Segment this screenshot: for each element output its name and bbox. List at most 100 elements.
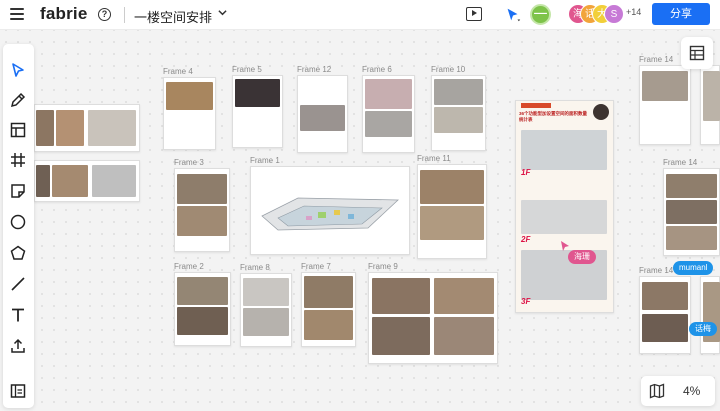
frame-1[interactable]: Frame 1 bbox=[250, 156, 410, 255]
pen-icon[interactable] bbox=[8, 90, 28, 110]
floor-label: 2F bbox=[521, 235, 531, 244]
floor-plan-image bbox=[521, 130, 607, 170]
line-icon[interactable] bbox=[8, 274, 28, 294]
photo bbox=[642, 282, 688, 310]
frame-4[interactable]: Frame 4 bbox=[163, 67, 216, 150]
share-button[interactable]: 分享 bbox=[652, 3, 710, 25]
photo bbox=[365, 79, 412, 109]
frame-label: Frame 14 bbox=[639, 266, 674, 275]
layout-icon[interactable] bbox=[8, 120, 28, 140]
present-icon[interactable] bbox=[466, 7, 482, 21]
photo bbox=[166, 82, 213, 110]
frame-label: Frame 6 bbox=[362, 65, 392, 74]
frame-label: Frame 14 bbox=[663, 158, 698, 167]
photo bbox=[642, 71, 688, 101]
divider bbox=[124, 7, 125, 23]
polygon-icon[interactable] bbox=[8, 243, 28, 263]
photo bbox=[703, 71, 720, 121]
frame-5[interactable]: Frame 5 bbox=[232, 65, 283, 148]
table-panel-button[interactable] bbox=[681, 37, 713, 69]
table-icon bbox=[689, 45, 705, 61]
photo bbox=[88, 110, 136, 146]
upload-icon[interactable] bbox=[8, 336, 28, 356]
photo bbox=[434, 278, 494, 314]
photo bbox=[666, 174, 717, 198]
frame-label: Frame 4 bbox=[163, 67, 193, 76]
floor-plan-image bbox=[521, 200, 607, 234]
photo bbox=[36, 110, 54, 146]
circle-icon[interactable] bbox=[8, 212, 28, 232]
left-toolbar bbox=[3, 44, 34, 408]
photo bbox=[177, 277, 228, 305]
document-title[interactable]: 一楼空间安排 bbox=[134, 7, 212, 26]
floor-plan-poster[interactable]: 36个功能型加设置空间的面积数量统计表 1F 2F 3F bbox=[515, 100, 614, 313]
frame-3[interactable]: Frame 3 bbox=[174, 158, 230, 252]
frame-10[interactable]: Frame 10 bbox=[431, 65, 486, 151]
frame-label: Frame 3 bbox=[174, 158, 204, 167]
photo bbox=[235, 79, 280, 107]
frame-14[interactable]: Frame 14 bbox=[663, 158, 720, 256]
top-bar: fabrie ? 一楼空间安排 一 海 话 大 S +14 分享 bbox=[0, 0, 720, 30]
chevron-down-icon[interactable] bbox=[218, 8, 227, 17]
text-icon[interactable] bbox=[8, 305, 28, 325]
menu-icon[interactable] bbox=[10, 8, 24, 20]
select-icon[interactable] bbox=[8, 60, 28, 80]
photo bbox=[642, 314, 688, 342]
photo bbox=[177, 307, 228, 335]
frame-11[interactable]: Frame 11 bbox=[417, 154, 487, 259]
frame-14[interactable]: Frame 14 bbox=[639, 55, 691, 145]
frame-icon[interactable] bbox=[8, 150, 28, 170]
frame-label: Frame 5 bbox=[232, 65, 262, 74]
frame-6[interactable]: Frame 6 bbox=[362, 65, 415, 153]
photo bbox=[434, 107, 483, 133]
photo bbox=[52, 165, 88, 197]
more-collaborators-count[interactable]: +14 bbox=[626, 7, 641, 17]
photo bbox=[243, 278, 289, 306]
sticky-note-icon[interactable] bbox=[8, 181, 28, 201]
floor-label: 3F bbox=[521, 297, 531, 306]
photo bbox=[434, 79, 483, 105]
zoom-level[interactable]: 4% bbox=[683, 384, 700, 398]
photo bbox=[666, 200, 717, 224]
floor-label: 1F bbox=[521, 168, 531, 177]
poster-header-bar bbox=[521, 103, 551, 108]
frame-8[interactable]: Frame 8 bbox=[240, 263, 292, 347]
canvas-frame[interactable] bbox=[34, 160, 140, 202]
frame-7[interactable]: Frame 7 bbox=[301, 262, 356, 347]
collaborator-cursor bbox=[561, 241, 569, 251]
photo bbox=[92, 165, 136, 197]
photo bbox=[420, 206, 484, 240]
canvas-frame[interactable] bbox=[34, 104, 140, 152]
canvas-frame[interactable] bbox=[700, 276, 720, 354]
photo bbox=[372, 278, 430, 314]
frame-label: Frame 10 bbox=[431, 65, 466, 74]
photo bbox=[420, 170, 484, 204]
frame-9[interactable]: Frame 9 bbox=[368, 262, 498, 364]
logo-seal bbox=[593, 104, 609, 120]
frame-label: Frame 2 bbox=[174, 262, 204, 271]
frame-label: Frame 12 bbox=[297, 65, 332, 74]
floor-plan-3d-model bbox=[261, 197, 399, 231]
frame-label: Frame 8 bbox=[240, 263, 270, 272]
current-user-avatar[interactable]: 一 bbox=[530, 4, 551, 25]
cursor-name-tag: mumanl bbox=[673, 261, 714, 275]
poster-title: 36个功能型加设置空间的面积数量统计表 bbox=[519, 111, 588, 122]
frame-label: Frame 11 bbox=[417, 154, 451, 163]
frame-14[interactable]: Frame 14 bbox=[639, 266, 691, 354]
canvas-frame[interactable] bbox=[700, 65, 720, 145]
avatar[interactable]: S bbox=[604, 4, 624, 24]
photo bbox=[177, 174, 227, 204]
frame-label: Frame 14 bbox=[639, 55, 674, 64]
photo bbox=[304, 276, 353, 308]
frame-2[interactable]: Frame 2 bbox=[174, 262, 231, 346]
cursor-mode-icon[interactable] bbox=[504, 6, 522, 24]
bottom-panel-icon[interactable] bbox=[8, 381, 28, 401]
photo bbox=[434, 317, 494, 355]
frame-12[interactable]: Frame 12 bbox=[297, 65, 348, 153]
app-logo: fabrie bbox=[40, 4, 88, 23]
help-icon[interactable]: ? bbox=[98, 8, 111, 21]
map-icon[interactable] bbox=[649, 383, 665, 399]
photo bbox=[36, 165, 50, 197]
frame-label: Frame 9 bbox=[368, 262, 398, 271]
cursor-name-tag: 海珊 bbox=[568, 250, 596, 264]
